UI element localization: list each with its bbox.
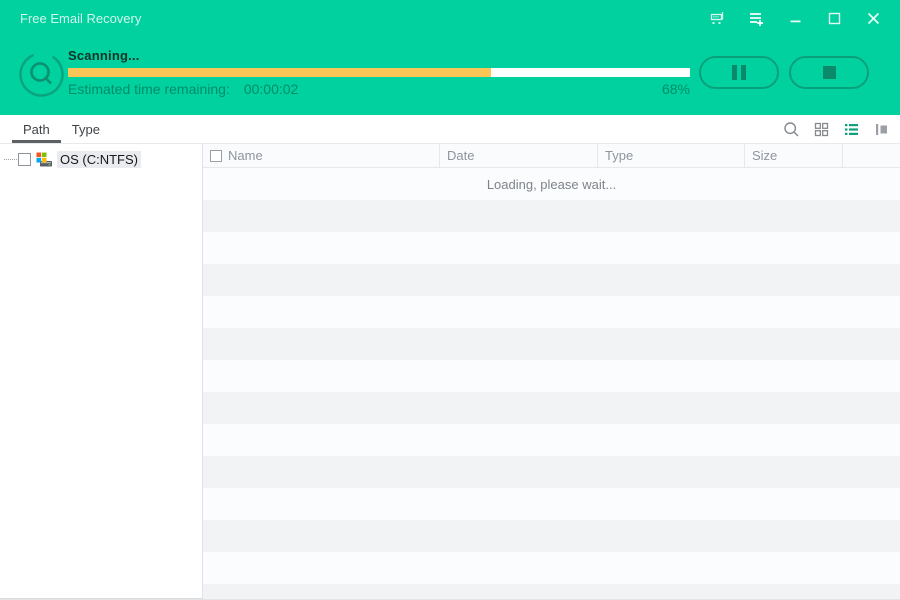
scan-info: Estimated time remaining: 00:00:02 68%: [68, 81, 690, 97]
table-row: [203, 232, 900, 264]
table-row: [203, 360, 900, 392]
header: Free Email Recovery Scanning... Estimate…: [0, 0, 900, 115]
pause-button[interactable]: [699, 56, 779, 89]
tab-path[interactable]: Path: [12, 115, 61, 143]
table-row: [203, 392, 900, 424]
preview-pane-icon[interactable]: [873, 121, 890, 138]
column-header-date[interactable]: Date: [440, 144, 598, 167]
table-row: [203, 328, 900, 360]
column-header-name[interactable]: Name: [203, 144, 440, 167]
file-table: Name Date Type Size Loading, please wait…: [203, 144, 900, 599]
tree-panel: OS (C:NTFS): [0, 144, 203, 599]
select-all-checkbox[interactable]: [210, 149, 222, 162]
column-header-type[interactable]: Type: [598, 144, 745, 167]
tabbar: Path Type: [0, 115, 900, 143]
table-row: [203, 488, 900, 520]
list-view-icon[interactable]: [843, 121, 860, 138]
table-row: Loading, please wait...: [203, 168, 900, 200]
view-toolbar: [783, 115, 890, 143]
feedback-list-icon[interactable]: [748, 10, 765, 27]
tree-connector: [4, 159, 17, 160]
tree-item-label[interactable]: OS (C:NTFS): [57, 151, 141, 168]
table-header: Name Date Type Size: [203, 144, 900, 168]
window-title: Free Email Recovery: [20, 10, 142, 26]
table-row: [203, 584, 900, 599]
cart-icon[interactable]: [709, 10, 726, 27]
eta-value: 00:00:02: [243, 81, 299, 97]
table-row: [203, 296, 900, 328]
table-body: Loading, please wait...: [203, 168, 900, 599]
column-header-extra: [843, 144, 900, 167]
table-row: [203, 552, 900, 584]
search-icon[interactable]: [783, 121, 800, 138]
progress-fill: [68, 68, 491, 77]
titlebar: Free Email Recovery: [0, 0, 900, 36]
tab-type[interactable]: Type: [61, 115, 111, 143]
pause-icon: [732, 65, 737, 80]
drive-checkbox[interactable]: [18, 153, 31, 166]
scan-status: Scanning...: [68, 48, 140, 63]
maximize-icon[interactable]: [826, 10, 843, 27]
tree-item-drive[interactable]: OS (C:NTFS): [0, 144, 202, 168]
stop-button[interactable]: [789, 56, 869, 89]
drive-icon: [36, 152, 53, 168]
scan-main: Scanning... Estimated time remaining: 00:…: [68, 48, 690, 97]
app-window: Free Email Recovery Scanning... Estimate…: [0, 0, 900, 600]
table-row: [203, 520, 900, 552]
grid-view-icon[interactable]: [813, 121, 830, 138]
minimize-icon[interactable]: [787, 10, 804, 27]
titlebar-icons: [709, 10, 888, 27]
table-row: [203, 264, 900, 296]
scan-section: Scanning... Estimated time remaining: 00:…: [0, 36, 900, 115]
progress-bar: [68, 68, 690, 77]
eta-text: Estimated time remaining: 00:00:02: [68, 81, 298, 97]
progress-percent: 68%: [661, 81, 690, 97]
stop-icon: [822, 66, 836, 79]
scan-buttons: [699, 56, 869, 89]
content: OS (C:NTFS) Name Date Type Size Loading,…: [0, 143, 900, 599]
eta-label: Estimated time remaining:: [68, 81, 230, 97]
column-header-size[interactable]: Size: [745, 144, 843, 167]
close-icon[interactable]: [865, 10, 882, 27]
table-row: [203, 456, 900, 488]
loading-message: Loading, please wait...: [486, 176, 617, 192]
table-row: [203, 424, 900, 456]
table-row: [203, 200, 900, 232]
scan-search-icon: [18, 51, 65, 98]
